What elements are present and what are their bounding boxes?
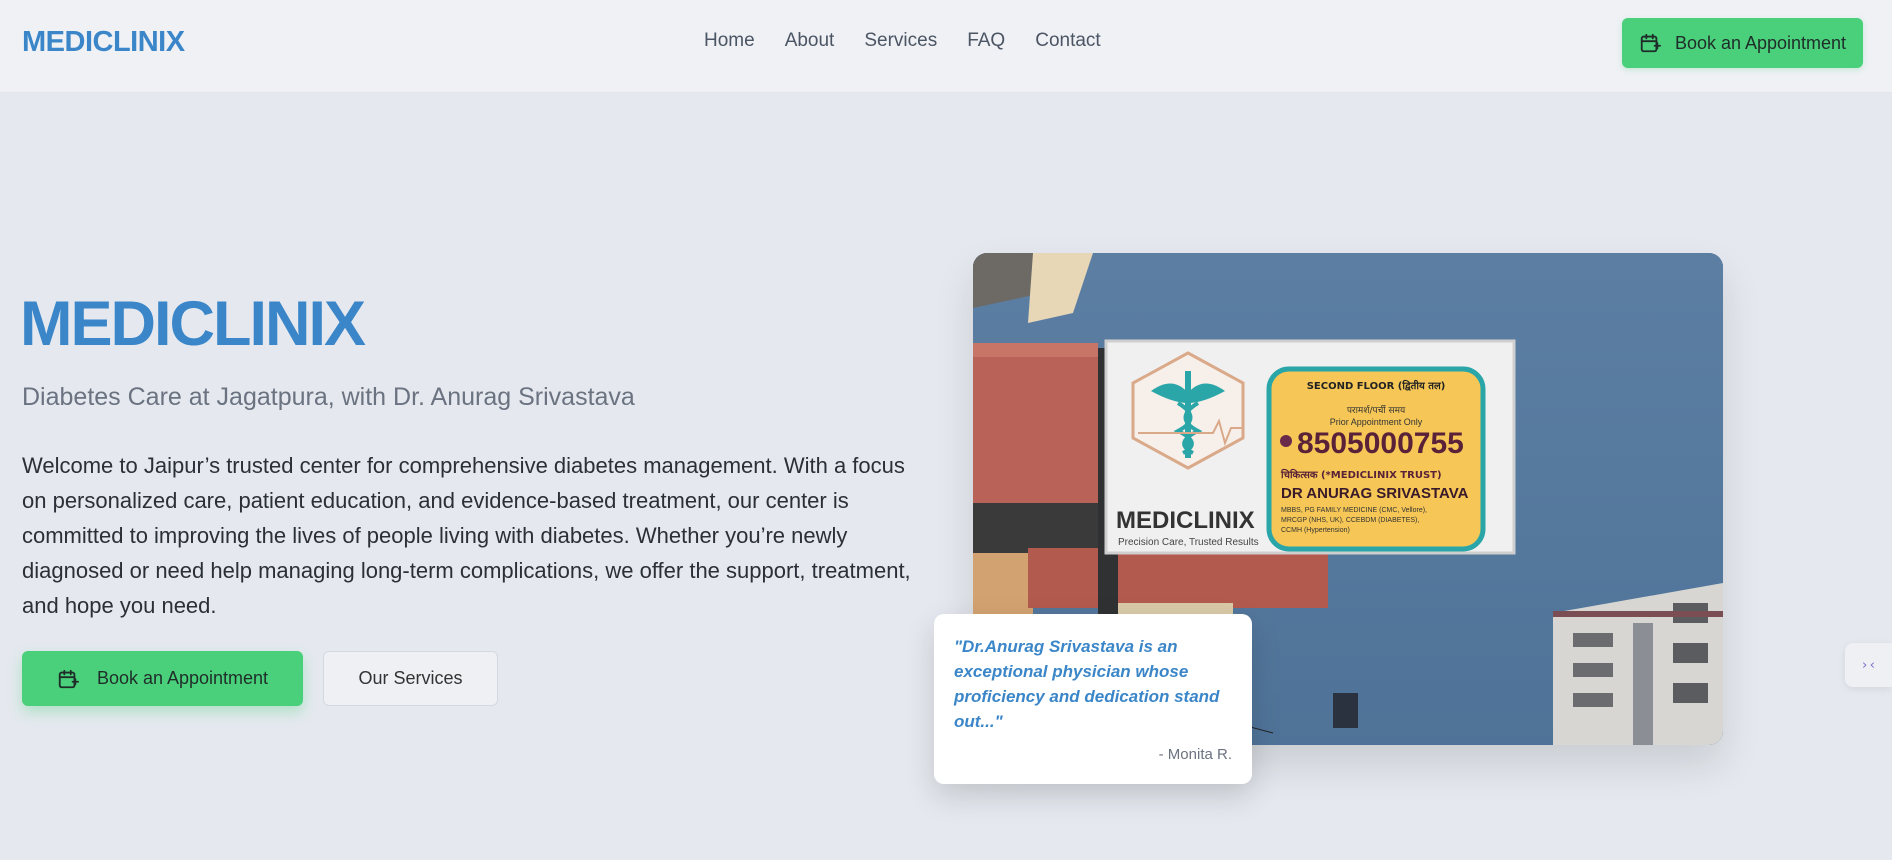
book-appointment-button[interactable]: Book an Appointment [22, 651, 303, 706]
sign-qualifications-3: CCMH (Hypertension) [1281, 527, 1350, 534]
sign-floor: SECOND FLOOR (द्वितीय तल) [1307, 379, 1446, 392]
hero-title: MEDICLINIX [20, 289, 366, 359]
brand-logo[interactable]: MEDICLINIX [22, 26, 185, 59]
sign-consult-label: परामर्श/पर्ची समय [1347, 404, 1406, 416]
calendar-plus-icon [57, 668, 79, 690]
book-appointment-label: Book an Appointment [96, 668, 269, 688]
floating-widget-button[interactable]: ›‹ [1845, 643, 1892, 687]
sign-doctor-name: DR ANURAG SRIVASTAVA [1281, 485, 1469, 502]
nav-home[interactable]: Home [704, 30, 755, 52]
sign-qualifications-2: MRCGP (NHS, UK), CCEBDM (DIABETES), [1281, 517, 1419, 524]
hero-description: Welcome to Jaipur’s trusted center for c… [22, 453, 911, 618]
sign-appointment-note: Prior Appointment Only [1330, 417, 1423, 427]
hero-subtitle: Diabetes Care at Jagatpura, with Dr. Anu… [22, 383, 635, 411]
nav-contact[interactable]: Contact [1035, 30, 1100, 52]
testimonial-quote: "Dr.Anurag Srivastava is an exceptional … [954, 637, 1220, 731]
sign-logo-text: MEDICLINIX [1116, 507, 1255, 534]
code-icon: ›‹ [1860, 657, 1877, 673]
calendar-plus-icon [1639, 32, 1661, 54]
our-services-button[interactable]: Our Services [323, 651, 498, 706]
sign-qualifications-1: MBBS, PG FAMILY MEDICINE (CMC, Vellore), [1281, 507, 1427, 514]
nav-faq[interactable]: FAQ [967, 30, 1005, 52]
testimonial-author: - Monita R. [1158, 746, 1232, 763]
sign-phone: 8505000755 [1297, 427, 1464, 460]
nav-about[interactable]: About [785, 30, 835, 52]
header-book-appointment-label: Book an Appointment [1674, 32, 1847, 53]
site-header: MEDICLINIX Home About Services FAQ Conta… [0, 0, 1892, 93]
header-book-appointment-button[interactable]: Book an Appointment [1622, 18, 1863, 68]
testimonial-card: "Dr.Anurag Srivastava is an exceptional … [934, 614, 1252, 784]
sign-doctor-hindi: चिकित्सक (*MEDICLINIX TRUST) [1280, 468, 1442, 481]
sign-tagline: Precision Care, Trusted Results [1118, 537, 1259, 548]
nav-services[interactable]: Services [864, 30, 937, 52]
main-nav: Home About Services FAQ Contact [704, 30, 1131, 52]
